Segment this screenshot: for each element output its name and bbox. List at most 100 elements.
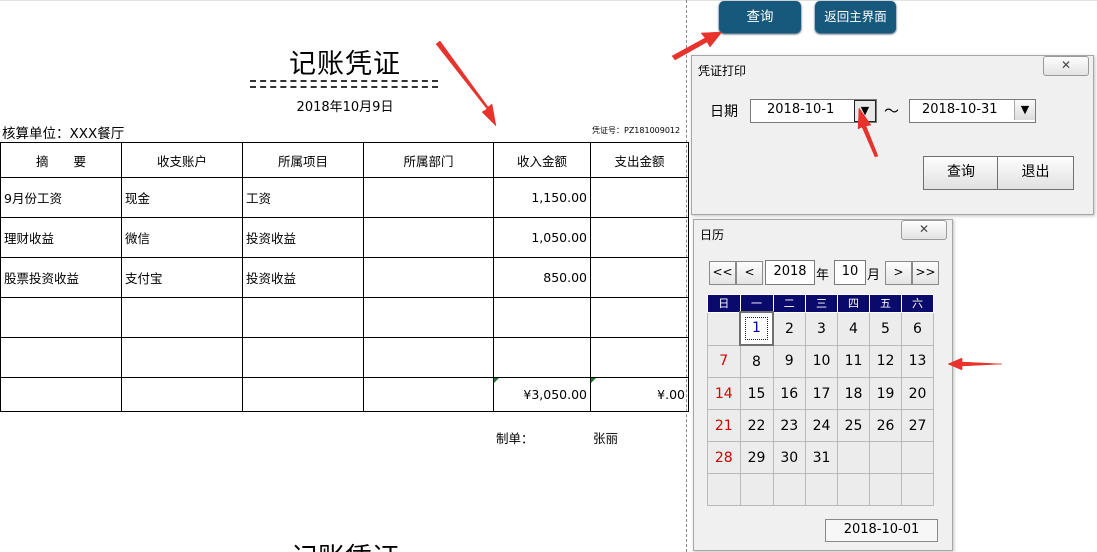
prev-month-button[interactable]: <	[736, 261, 763, 285]
calendar-day[interactable]	[707, 473, 741, 506]
year-field[interactable]: 2018	[765, 260, 815, 285]
calendar-day[interactable]: 20	[901, 377, 934, 410]
calendar-day[interactable]	[869, 441, 902, 474]
next-month-button[interactable]: >	[885, 261, 912, 285]
cell-income[interactable]: 1,150.00	[493, 177, 591, 218]
cell-income[interactable]	[493, 297, 591, 338]
chevron-down-icon[interactable]: ▼	[854, 100, 876, 122]
weekday-sun: 日	[707, 294, 741, 313]
cell-department[interactable]	[363, 337, 494, 378]
cell-project[interactable]	[242, 337, 364, 378]
dialog-query-button[interactable]: 查询	[923, 156, 999, 190]
cell-income[interactable]: 1,050.00	[493, 217, 591, 258]
calendar-day[interactable]: 18	[837, 377, 870, 410]
calendar-day[interactable]	[869, 473, 902, 506]
cell-summary[interactable]	[0, 297, 122, 338]
cell-project[interactable]	[242, 297, 364, 338]
calendar-day[interactable]: 23	[772, 409, 806, 442]
cell-account[interactable]	[121, 297, 243, 338]
prev-year-button[interactable]: <<	[709, 261, 736, 285]
dialog-exit-button[interactable]: 退出	[997, 156, 1074, 190]
total-expense-cell[interactable]: ¥.00	[590, 377, 689, 412]
cell-project[interactable]: 投资收益	[242, 217, 364, 258]
calendar-day[interactable]: 6	[901, 311, 934, 346]
cell-department[interactable]	[363, 377, 494, 412]
calendar-day[interactable]	[739, 473, 774, 506]
table-row: 股票投资收益 支付宝 投资收益 850.00	[0, 257, 689, 298]
cell-department[interactable]	[363, 257, 494, 298]
cell-account[interactable]	[121, 377, 243, 412]
calendar-day[interactable]: 16	[772, 377, 806, 410]
calendar-day[interactable]: 5	[869, 311, 902, 346]
calendar-day[interactable]: 10	[805, 344, 838, 378]
calendar-day[interactable]: 12	[869, 344, 902, 378]
cell-account[interactable]: 支付宝	[121, 257, 243, 298]
cell-expense[interactable]	[590, 217, 689, 258]
close-icon[interactable]: ✕	[1043, 56, 1089, 76]
cell-department[interactable]	[363, 177, 494, 218]
calendar-day[interactable]: 22	[739, 409, 774, 442]
cell-summary[interactable]	[0, 377, 122, 412]
close-icon[interactable]: ✕	[901, 220, 947, 240]
calendar-day[interactable]: 31	[805, 441, 838, 474]
cell-summary[interactable]: 理财收益	[0, 217, 122, 258]
cell-project[interactable]: 工资	[242, 177, 364, 218]
total-expense: ¥.00	[657, 387, 685, 402]
calendar-day[interactable]: 28	[707, 441, 741, 474]
calendar-day[interactable]	[805, 473, 838, 506]
calendar-day[interactable]	[837, 441, 870, 474]
calendar-day[interactable]	[772, 473, 806, 506]
calendar-day-selected[interactable]: 1	[739, 311, 774, 346]
chevron-down-icon[interactable]: ▼	[1014, 100, 1035, 120]
next-year-button[interactable]: >>	[912, 261, 939, 285]
cell-summary[interactable]	[0, 337, 122, 378]
cell-account[interactable]: 微信	[121, 217, 243, 258]
calendar-day[interactable]: 13	[901, 344, 934, 378]
month-field[interactable]: 10	[834, 260, 866, 285]
calendar-day[interactable]: 8	[739, 344, 774, 378]
calendar-day[interactable]	[901, 473, 934, 506]
calendar-day[interactable]	[837, 473, 870, 506]
cell-summary[interactable]: 股票投资收益	[0, 257, 122, 298]
calendar-day[interactable]: 15	[739, 377, 774, 410]
calendar-day[interactable]	[901, 441, 934, 474]
start-date-value: 2018-10-1	[767, 102, 835, 117]
query-button[interactable]: 查询	[719, 1, 801, 33]
cell-expense[interactable]	[590, 177, 689, 218]
calendar-day[interactable]: 11	[837, 344, 870, 378]
cell-project[interactable]: 投资收益	[242, 257, 364, 298]
cell-department[interactable]	[363, 217, 494, 258]
calendar-day[interactable]: 26	[869, 409, 902, 442]
end-date-combo[interactable]: 2018-10-31 ▼	[909, 99, 1036, 123]
calendar-day[interactable]: 25	[837, 409, 870, 442]
cell-project[interactable]	[242, 377, 364, 412]
cell-summary[interactable]: 9月份工资	[0, 177, 122, 218]
start-date-combo[interactable]: 2018-10-1 ▼	[750, 99, 877, 123]
calendar-day[interactable]: 4	[837, 311, 870, 346]
total-income-cell[interactable]: ¥3,050.00	[493, 377, 591, 412]
calendar-day[interactable]: 9	[772, 344, 806, 378]
calendar-day[interactable]: 14	[707, 377, 741, 410]
calendar-day[interactable]: 29	[739, 441, 774, 474]
cell-expense[interactable]	[590, 297, 689, 338]
cell-account[interactable]: 现金	[121, 177, 243, 218]
cell-income[interactable]	[493, 337, 591, 378]
calendar-week: 7 8 9 10 11 12 13	[707, 344, 934, 378]
calendar-day[interactable]: 7	[707, 344, 741, 378]
calendar-day[interactable]: 24	[805, 409, 838, 442]
calendar-day[interactable]: 30	[772, 441, 806, 474]
cell-department[interactable]	[363, 297, 494, 338]
cell-expense[interactable]	[590, 257, 689, 298]
back-to-main-button[interactable]: 返回主界面	[815, 1, 896, 33]
calendar-day[interactable]: 27	[901, 409, 934, 442]
calendar-day[interactable]: 17	[805, 377, 838, 410]
cell-income[interactable]: 850.00	[493, 257, 591, 298]
cell-expense[interactable]	[590, 337, 689, 378]
date-range-separator: ～	[884, 102, 900, 120]
cell-account[interactable]	[121, 337, 243, 378]
calendar-day[interactable]	[707, 311, 741, 346]
calendar-day[interactable]: 3	[805, 311, 838, 346]
calendar-day[interactable]: 21	[707, 409, 741, 442]
calendar-day[interactable]: 2	[772, 311, 806, 346]
calendar-day[interactable]: 19	[869, 377, 902, 410]
